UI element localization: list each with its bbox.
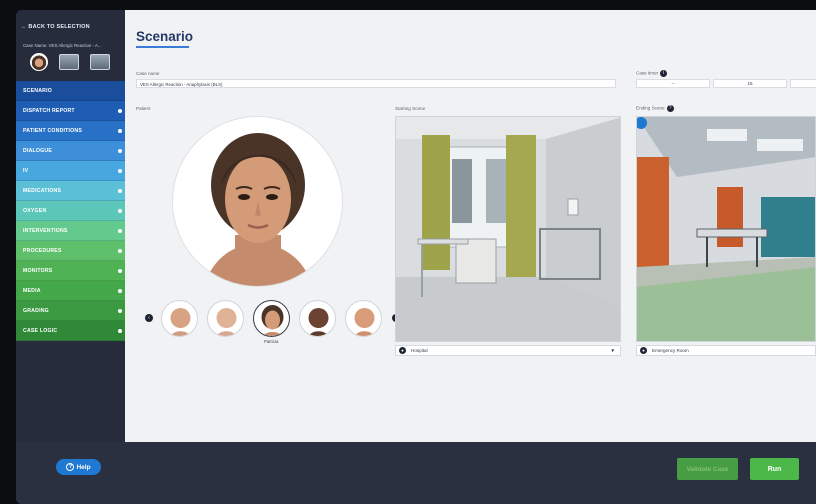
patient-portrait-image [203,133,314,286]
sidebar-item-label: MONITORS [23,267,53,274]
sidebar-item-grading[interactable]: GRADING [16,301,125,321]
info-icon[interactable]: ? [666,105,674,112]
ending-scene-value: Emergency Room [652,348,689,353]
status-dot-icon [118,229,122,233]
title-underline [136,46,189,48]
patient-option[interactable] [299,300,336,337]
back-to-selection-link[interactable]: ← BACK TO SELECTION [21,24,90,30]
case-timer-label-text: Case timer [636,70,659,76]
sidebar-item-label: MEDICATIONS [23,187,62,194]
run-button[interactable]: Run [750,458,799,480]
sidebar-item-label: INTERVENTIONS [23,227,68,234]
ending-scene-image [637,117,815,341]
case-thumbnails [30,53,110,71]
status-dot-icon [118,169,122,173]
timer-seconds-field[interactable] [790,79,816,88]
status-dot-icon [118,249,122,253]
sidebar-item-procedures[interactable]: PROCEDURES [16,241,125,261]
patient-carousel: ‹ Patricia › [145,300,400,344]
case-name-label: Case name [136,71,160,76]
starting-scene-thumbnail[interactable] [59,54,79,70]
sidebar-item-label: PROCEDURES [23,247,62,254]
chevron-left-icon[interactable]: ‹ [145,314,153,322]
ending-scene-label: Ending Scene? [636,105,674,112]
chevron-down-icon: ▼ [610,348,615,353]
selected-patient-name: Patricia [264,339,279,344]
sidebar-item-interventions[interactable]: INTERVENTIONS [16,221,125,241]
app-window: ← BACK TO SELECTION Case Name: VES Aller… [16,10,816,504]
status-dot-icon [118,189,122,193]
status-dot-icon [118,129,122,133]
ending-scene-label-text: Ending Scene [636,105,665,111]
sidebar-item-label: GRADING [23,307,49,314]
patient-option[interactable] [207,300,244,337]
scene-type-icon: ● [399,347,406,354]
sidebar-item-label: PATIENT CONDITIONS [23,127,83,134]
patient-label: Patient [136,106,151,111]
status-dot-icon [118,209,122,213]
ending-scene-preview[interactable] [636,116,816,342]
sidebar-item-label: CASE LOGIC [23,327,58,334]
sidebar-item-monitors[interactable]: MONITORS [16,261,125,281]
timer-hours-field[interactable]: -- [636,79,710,88]
case-timer-label: Case timer i [636,70,668,77]
info-icon[interactable]: i [660,70,668,77]
sidebar-item-label: SCENARIO [23,87,52,94]
sidebar-item-label: MEDIA [23,287,41,294]
status-dot-icon [118,329,122,333]
scene-type-icon: ● [640,347,647,354]
sidebar-item-case-logic[interactable]: CASE LOGIC [16,321,125,341]
status-dot-icon [118,289,122,293]
status-dot-icon [118,309,122,313]
sidebar-item-media[interactable]: MEDIA [16,281,125,301]
sidebar-item-scenario[interactable]: SCENARIO [16,81,125,101]
footer-bar: ? Help Validate Case Run [16,442,816,504]
patient-portrait [172,116,343,287]
question-icon: ? [66,463,75,471]
status-dot-icon [118,109,122,113]
sidebar-item-oxygen[interactable]: OXYGEN [16,201,125,221]
validate-case-button[interactable]: Validate Case [677,458,738,480]
sidebar-item-label: DIALOGUE [23,147,52,154]
help-button[interactable]: ? Help [56,459,101,475]
patient-option-selected[interactable] [253,300,290,337]
sidebar-nav: SCENARIO DISPATCH REPORT PATIENT CONDITI… [16,81,125,341]
sidebar-item-dispatch-report[interactable]: DISPATCH REPORT [16,101,125,121]
starting-scene-value: Hospital [411,348,428,353]
patient-thumbnail[interactable] [30,53,48,71]
case-name-caption: Case Name: VES Allergic Reaction - A... [23,43,102,48]
ending-scene-select[interactable]: ● Emergency Room [636,345,816,356]
sidebar-item-label: DISPATCH REPORT [23,107,75,114]
sidebar-item-medications[interactable]: MEDICATIONS [16,181,125,201]
sidebar-item-label: OXYGEN [23,207,47,214]
sidebar-item-dialogue[interactable]: DIALOGUE [16,141,125,161]
patient-option[interactable] [345,300,382,337]
starting-scene-preview[interactable] [395,116,621,342]
starting-scene-select[interactable]: ● Hospital ▼ [395,345,621,356]
sidebar-item-label: IV [23,167,29,174]
main-panel: Scenario Case name VES Allergic Reaction… [125,10,816,442]
sidebar-item-patient-conditions[interactable]: PATIENT CONDITIONS [16,121,125,141]
ending-scene-thumbnail[interactable] [90,54,110,70]
starting-scene-image [396,117,620,341]
timer-minutes-field[interactable]: 15 [713,79,787,88]
status-dot-icon [118,269,122,273]
sidebar: ← BACK TO SELECTION Case Name: VES Aller… [16,10,125,442]
help-button-label: Help [76,463,91,471]
status-dot-icon [118,149,122,153]
patient-option[interactable] [161,300,198,337]
sidebar-item-iv[interactable]: IV [16,161,125,181]
starting-scene-label: Starting Scene [395,106,426,111]
case-name-input[interactable]: VES Allergic Reaction - Anaphylaxis (BLS… [136,79,616,88]
page-title: Scenario [136,29,194,44]
